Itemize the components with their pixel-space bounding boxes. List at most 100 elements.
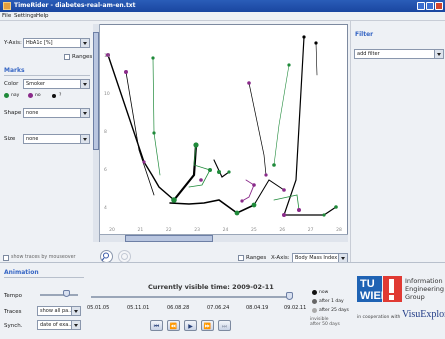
legend-25days-label: after 25 days xyxy=(319,308,349,313)
step-back-icon: ⏪ xyxy=(169,323,178,330)
vertical-scroll-thumb[interactable] xyxy=(93,32,99,150)
patient-point[interactable] xyxy=(251,202,257,208)
menu-settings[interactable]: Settings xyxy=(14,13,37,19)
visible-time-label: Currently visible time: 2009-02-11 xyxy=(148,283,274,291)
patient-trace xyxy=(172,143,198,202)
legend-now-dot xyxy=(312,290,317,295)
patient-point[interactable] xyxy=(322,213,326,217)
patient-point[interactable] xyxy=(282,213,286,217)
patient-point[interactable] xyxy=(227,170,231,174)
patient-point[interactable] xyxy=(247,81,251,85)
tempo-label: Tempo xyxy=(4,293,23,299)
time-tick-2: 05.11.01 xyxy=(127,305,150,311)
patient-trace xyxy=(107,54,175,201)
yaxis-label: Y-Axis: xyxy=(4,40,22,46)
close-button[interactable] xyxy=(435,2,443,10)
time-slider-thumb[interactable] xyxy=(286,292,293,300)
animation-divider xyxy=(4,277,84,278)
tempo-slider-thumb[interactable] xyxy=(63,290,70,297)
patient-point[interactable] xyxy=(142,160,146,164)
time-slider-track[interactable] xyxy=(91,296,293,298)
legend-dot-unknown xyxy=(52,94,56,98)
patient-point[interactable] xyxy=(208,168,212,172)
color-value: Smoker xyxy=(26,81,45,87)
patient-point[interactable] xyxy=(334,205,338,209)
yaxis-select[interactable]: HbA1c [%] xyxy=(23,38,90,48)
chevron-down-icon xyxy=(80,39,89,47)
patient-point[interactable] xyxy=(199,178,203,182)
window-titlebar: TimeRider - diabetes-real-am-en.txt xyxy=(0,0,445,12)
legend-invisible-label: invisible after 50 days xyxy=(310,317,340,327)
patient-point[interactable] xyxy=(252,183,256,187)
patient-point[interactable] xyxy=(282,188,286,192)
yaxis-ranges-checkbox[interactable] xyxy=(64,54,70,60)
vertical-scrollbar[interactable] xyxy=(93,24,100,242)
x-tick-label: 28 xyxy=(336,227,342,233)
traces-select[interactable]: show all pa... xyxy=(37,306,81,316)
x-tick-label: 24 xyxy=(223,227,229,233)
color-select[interactable]: Smoker xyxy=(23,79,90,89)
synch-select[interactable]: date of exa... xyxy=(37,320,81,330)
group-line-1: Information xyxy=(405,277,443,285)
horizontal-scroll-thumb[interactable] xyxy=(125,235,213,242)
patient-point[interactable] xyxy=(272,163,276,167)
ieg-logo-bar xyxy=(389,279,394,293)
patient-point[interactable] xyxy=(152,131,156,135)
patient-point[interactable] xyxy=(124,70,128,74)
menu-file[interactable]: File xyxy=(2,13,11,19)
patient-point[interactable] xyxy=(302,35,306,39)
plot-canvas: 20 21 22 23 24 25 26 27 28 12 10 8 6 4 xyxy=(104,35,342,233)
y-tick-label: 4 xyxy=(104,205,107,211)
show-traces-label: show traces by mouseover xyxy=(11,255,76,260)
maximize-button[interactable] xyxy=(426,2,434,10)
patient-trace xyxy=(241,179,255,202)
patient-point[interactable] xyxy=(264,173,268,177)
time-tick-5: 08.04.19 xyxy=(246,305,269,311)
legend-label-no: no xyxy=(35,93,41,98)
patient-trace xyxy=(283,36,337,216)
patient-trace xyxy=(248,82,267,176)
patient-point[interactable] xyxy=(171,197,177,203)
chevron-down-icon xyxy=(80,80,89,88)
x-tick-label: 26 xyxy=(279,227,285,233)
scatter-plot[interactable]: 20 21 22 23 24 25 26 27 28 12 10 8 6 4 xyxy=(93,24,348,242)
circle-icon xyxy=(121,253,128,260)
x-tick-label: 21 xyxy=(138,227,144,233)
show-traces-checkbox[interactable] xyxy=(3,255,9,261)
size-select[interactable]: none xyxy=(23,134,90,144)
step-back-button[interactable]: ⏪ xyxy=(167,320,180,331)
x-tick-label: 22 xyxy=(166,227,172,233)
patient-trace xyxy=(213,159,230,178)
patient-point[interactable] xyxy=(297,208,301,212)
time-tick-4: 07.06.24 xyxy=(207,305,230,311)
menubar: File Settings Help xyxy=(0,12,445,21)
patient-point[interactable] xyxy=(287,63,291,67)
chevron-down-icon xyxy=(434,50,443,58)
yaxis-ranges-label: Ranges xyxy=(72,54,93,60)
patient-trace xyxy=(152,57,161,176)
tempo-slider-track[interactable] xyxy=(40,294,78,296)
fast-forward-button[interactable]: ⏭ xyxy=(218,320,231,331)
menu-help[interactable]: Help xyxy=(36,13,49,19)
legend-label-nay: nay xyxy=(11,93,20,98)
patient-point[interactable] xyxy=(151,56,155,60)
shape-select[interactable]: none xyxy=(23,108,90,118)
patient-point[interactable] xyxy=(217,170,221,174)
patient-point[interactable] xyxy=(234,210,240,216)
play-button[interactable]: ▶ xyxy=(184,320,197,331)
patient-point[interactable] xyxy=(193,142,199,148)
marks-title: Marks xyxy=(4,67,25,74)
step-forward-button[interactable]: ⏩ xyxy=(201,320,214,331)
rewind-button[interactable]: ⏮ xyxy=(150,320,163,331)
patient-point[interactable] xyxy=(240,199,244,203)
patient-trace xyxy=(253,179,285,206)
filter-title: Filter xyxy=(355,31,374,38)
minimize-button[interactable] xyxy=(417,2,425,10)
xaxis-ranges-checkbox[interactable] xyxy=(238,255,244,261)
patient-point[interactable] xyxy=(314,41,318,45)
y-tick-label: 12 xyxy=(104,53,110,59)
add-filter-select[interactable]: add filter xyxy=(354,49,444,59)
horizontal-scrollbar[interactable] xyxy=(100,234,348,242)
xaxis-label: X-Axis: xyxy=(271,255,290,261)
time-tick-1: 05.01.05 xyxy=(87,305,110,311)
